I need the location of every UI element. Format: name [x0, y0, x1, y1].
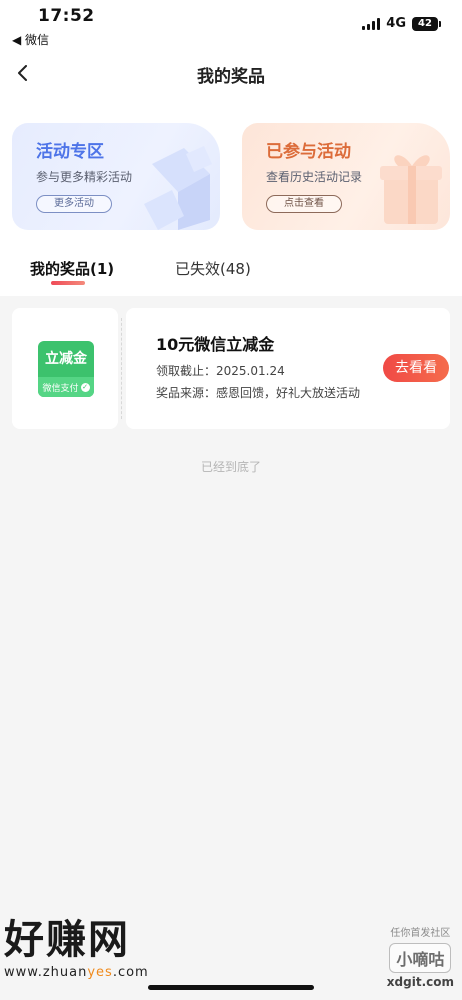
- joined-activities-title: 已参与活动: [266, 142, 351, 162]
- coupon-deadline: 领取截止：2025.01.24: [156, 364, 285, 378]
- gift-decoration-icon: [380, 155, 442, 224]
- wechat-pay-label: 微信支付: [42, 383, 79, 394]
- chevron-left-icon: [18, 65, 27, 81]
- joined-activities-subtitle: 查看历史活动记录: [266, 170, 363, 184]
- watermark-right-url: xdgit.com: [386, 975, 454, 989]
- status-indicators: 4G 42: [362, 16, 441, 31]
- activity-zone-card[interactable]: 活动专区 参与更多精彩活动 更多活动: [12, 123, 220, 230]
- coupon-title: 10元微信立减金: [156, 335, 275, 354]
- watermark-left: 好赚网 www.zhuanyes.com: [4, 918, 149, 980]
- coupon-body: 10元微信立减金 领取截止：2025.01.24 奖品来源：感恩回馈，好礼大放送…: [126, 308, 450, 429]
- tab-expired[interactable]: 已失效(48): [175, 258, 251, 279]
- top-panel: 17:52 ◀ 微信 4G 42 我的奖品 活动专区 参与更多精彩活动 更多活动: [0, 0, 462, 296]
- cube-decoration-icon: [144, 146, 212, 230]
- activity-zone-subtitle: 参与更多精彩活动: [36, 170, 133, 184]
- wechat-pay-tag: 微信支付 ✓: [38, 377, 94, 397]
- network-label: 4G: [386, 16, 406, 31]
- watermark-right-logo: 小嘀咕: [389, 943, 452, 973]
- coupon-source: 奖品来源：感恩回馈，好礼大放送活动: [156, 386, 361, 400]
- back-to-app-link[interactable]: ◀ 微信: [12, 31, 49, 48]
- status-time: 17:52: [38, 6, 95, 26]
- coupon-badge-label: 立减金: [45, 351, 87, 367]
- cellular-signal-icon: [362, 17, 381, 30]
- view-history-button[interactable]: 点击查看: [266, 195, 342, 213]
- battery-icon: 42: [412, 16, 441, 31]
- home-indicator: [148, 985, 314, 990]
- more-activities-button[interactable]: 更多活动: [36, 195, 112, 213]
- watermark-left-url: www.zhuanyes.com: [4, 965, 149, 980]
- coupon-stub: 立减金 微信支付 ✓: [12, 308, 118, 429]
- end-of-list-text: 已经到底了: [200, 460, 261, 474]
- go-view-button[interactable]: 去看看: [383, 354, 449, 382]
- check-icon: ✓: [80, 382, 90, 392]
- watermark-right-tagline: 任你首发社区: [390, 928, 451, 939]
- tab-my-prizes[interactable]: 我的奖品(1): [30, 258, 114, 279]
- watermark-left-logo: 好赚网: [4, 917, 130, 963]
- activity-zone-title: 活动专区: [36, 142, 104, 162]
- watermark-right: 任你首发社区 小嘀咕 xdgit.com: [387, 924, 454, 989]
- back-button[interactable]: [10, 60, 36, 86]
- active-tab-indicator: [51, 281, 85, 285]
- page-title: 我的奖品: [197, 67, 265, 87]
- coupon-card[interactable]: 立减金 微信支付 ✓ 10元微信立减金 领取截止：2025.01.24 奖品来源…: [12, 308, 450, 429]
- coupon-dashed-divider: [121, 318, 122, 419]
- coupon-badge: 立减金 微信支付 ✓: [38, 341, 94, 397]
- joined-activities-card[interactable]: 已参与活动 查看历史活动记录 点击查看: [242, 123, 450, 230]
